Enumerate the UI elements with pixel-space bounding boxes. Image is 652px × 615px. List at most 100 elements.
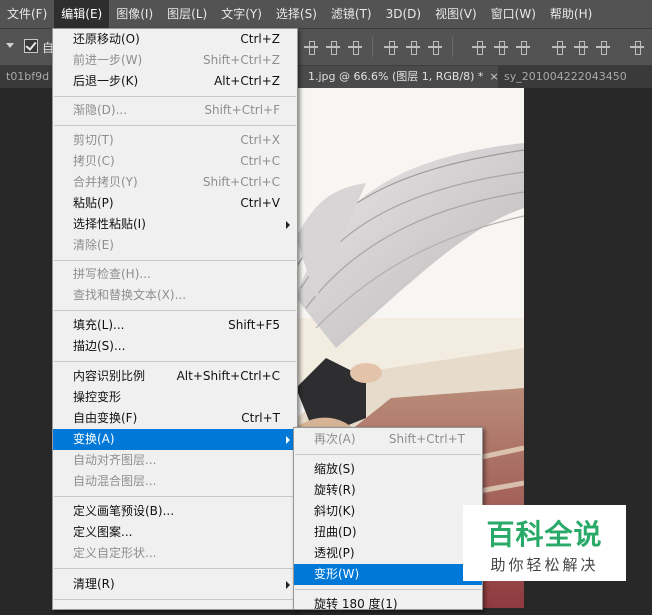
align-bottom-icon[interactable] bbox=[348, 40, 362, 55]
menu-item-puppet-warp[interactable]: 操控变形 bbox=[53, 387, 297, 408]
menu-item-label: 再次(A) bbox=[314, 432, 356, 446]
options-divider bbox=[372, 37, 373, 57]
menu-item-stroke[interactable]: 描边(S)... bbox=[53, 336, 297, 357]
menu-item-step-backward[interactable]: 后退一步(K) Alt+Ctrl+Z bbox=[53, 71, 297, 92]
menu-item-label: 旋转 180 度(1) bbox=[314, 597, 398, 611]
menu-item-cut[interactable]: 剪切(T) Ctrl+X bbox=[53, 130, 297, 151]
menu-item-distort[interactable]: 扭曲(D) bbox=[294, 522, 482, 543]
menu-item-shortcut: Alt+Ctrl+Z bbox=[214, 74, 280, 88]
menu-item-label: 后退一步(K) bbox=[73, 74, 139, 88]
menu-item-fill[interactable]: 填充(L)... Shift+F5 bbox=[53, 315, 297, 336]
distribute-hcenter-icon[interactable] bbox=[574, 40, 588, 55]
menu-3d[interactable]: 3D(D) bbox=[379, 0, 428, 28]
menu-item-label: 定义图案... bbox=[73, 525, 133, 539]
menu-item-step-forward[interactable]: 前进一步(W) Shift+Ctrl+Z bbox=[53, 50, 297, 71]
menu-item-check-spelling[interactable]: 拼写检查(H)... bbox=[53, 264, 297, 285]
menu-type[interactable]: 文字(Y) bbox=[214, 0, 269, 28]
menu-separator bbox=[54, 599, 296, 600]
align-vcenter-icon[interactable] bbox=[326, 40, 340, 55]
menu-item-find-replace[interactable]: 查找和替换文本(X)... bbox=[53, 285, 297, 306]
menu-filter[interactable]: 滤镜(T) bbox=[324, 0, 379, 28]
menu-item-define-brush[interactable]: 定义画笔预设(B)... bbox=[53, 501, 297, 522]
menu-edit[interactable]: 编辑(E) bbox=[54, 0, 110, 28]
distribute-vcenter-icon[interactable] bbox=[494, 40, 508, 55]
menu-item-label: 拼写检查(H)... bbox=[73, 267, 151, 281]
menu-item-perspective[interactable]: 透视(P) bbox=[294, 543, 482, 564]
menu-separator bbox=[54, 361, 296, 362]
align-left-icon[interactable] bbox=[384, 40, 398, 55]
menu-item-shortcut: Shift+Ctrl+T bbox=[388, 432, 465, 446]
menu-item-shortcut: Alt+Shift+Ctrl+C bbox=[176, 369, 280, 383]
menu-item-auto-blend-layers[interactable]: 自动混合图层... bbox=[53, 471, 297, 492]
menu-separator bbox=[54, 96, 296, 97]
menu-window[interactable]: 窗口(W) bbox=[484, 0, 543, 28]
menu-item-label: 填充(L)... bbox=[73, 318, 125, 332]
menu-item-label: 清理(R) bbox=[73, 577, 115, 591]
menu-item-copy-merged[interactable]: 合并拷贝(Y) Shift+Ctrl+C bbox=[53, 172, 297, 193]
menu-item-label: 剪切(T) bbox=[73, 133, 114, 147]
menu-item-define-shape[interactable]: 定义自定形状... bbox=[53, 543, 297, 564]
menu-separator bbox=[54, 496, 296, 497]
menu-separator bbox=[295, 589, 481, 590]
tab-document-2[interactable]: 1.jpg @ 66.6% (图层 1, RGB/8) * × bbox=[296, 66, 498, 88]
menu-help[interactable]: 帮助(H) bbox=[543, 0, 599, 28]
menu-item-skew[interactable]: 斜切(K) bbox=[294, 501, 482, 522]
align-top-icon[interactable] bbox=[304, 40, 318, 55]
align-hcenter-icon[interactable] bbox=[406, 40, 420, 55]
menu-layer[interactable]: 图层(L) bbox=[160, 0, 214, 28]
menu-item-label: 定义画笔预设(B)... bbox=[73, 504, 175, 518]
menu-separator bbox=[54, 568, 296, 569]
menu-item-rotate-180[interactable]: 旋转 180 度(1) bbox=[294, 594, 482, 615]
menu-item-clear[interactable]: 清除(E) bbox=[53, 235, 297, 256]
menu-item-label: 拷贝(C) bbox=[73, 154, 115, 168]
submenu-arrow-icon bbox=[286, 436, 290, 444]
menu-item-content-aware-scale[interactable]: 内容识别比例 Alt+Shift+Ctrl+C bbox=[53, 366, 297, 387]
menu-item-label: 斜切(K) bbox=[314, 504, 356, 518]
menu-item-label: 变形(W) bbox=[314, 567, 360, 581]
menu-item-auto-align-layers[interactable]: 自动对齐图层... bbox=[53, 450, 297, 471]
close-icon[interactable]: × bbox=[489, 70, 498, 83]
menu-item-transform[interactable]: 变换(A) bbox=[53, 429, 297, 450]
tool-preset-icon[interactable] bbox=[6, 43, 14, 48]
menu-item-label: 还原移动(O) bbox=[73, 32, 140, 46]
tab-label: t01bf9d bbox=[6, 70, 50, 83]
menu-separator bbox=[295, 454, 481, 455]
menu-item-paste[interactable]: 粘贴(P) Ctrl+V bbox=[53, 193, 297, 214]
menu-item-label: 查找和替换文本(X)... bbox=[73, 288, 187, 302]
menu-file[interactable]: 文件(F) bbox=[0, 0, 54, 28]
tab-document-3[interactable]: sy_201004222043450 bbox=[498, 66, 652, 88]
menu-item-label: 前进一步(W) bbox=[73, 53, 143, 67]
distribute-bottom-icon[interactable] bbox=[516, 40, 530, 55]
menu-item-label: 透视(P) bbox=[314, 546, 355, 560]
menu-item-shortcut: Ctrl+Z bbox=[240, 32, 280, 46]
menu-select[interactable]: 选择(S) bbox=[269, 0, 324, 28]
menu-item-warp[interactable]: 变形(W) bbox=[294, 564, 482, 585]
distribute-right-icon[interactable] bbox=[596, 40, 610, 55]
menu-item-define-pattern[interactable]: 定义图案... bbox=[53, 522, 297, 543]
menu-view[interactable]: 视图(V) bbox=[428, 0, 484, 28]
menu-item-shortcut: Shift+Ctrl+C bbox=[202, 175, 280, 189]
menu-image[interactable]: 图像(I) bbox=[109, 0, 160, 28]
menu-item-again[interactable]: 再次(A) Shift+Ctrl+T bbox=[294, 429, 482, 450]
auto-select-checkbox[interactable] bbox=[24, 39, 38, 53]
auto-align-icon[interactable] bbox=[630, 40, 644, 55]
menu-item-paste-special[interactable]: 选择性粘贴(I) bbox=[53, 214, 297, 235]
menu-bar: 文件(F) 编辑(E) 图像(I) 图层(L) 文字(Y) 选择(S) 滤镜(T… bbox=[0, 0, 652, 29]
menu-item-label: 描边(S)... bbox=[73, 339, 126, 353]
menu-item-rotate[interactable]: 旋转(R) bbox=[294, 480, 482, 501]
menu-item-label: 合并拷贝(Y) bbox=[73, 175, 138, 189]
distribute-top-icon[interactable] bbox=[472, 40, 486, 55]
menu-item-shortcut: Shift+Ctrl+Z bbox=[203, 53, 280, 67]
menu-item-undo-move[interactable]: 还原移动(O) Ctrl+Z bbox=[53, 29, 297, 50]
menu-item-shortcut: Ctrl+V bbox=[240, 196, 280, 210]
menu-item-scale[interactable]: 缩放(S) bbox=[294, 459, 482, 480]
watermark-logo: 百科全说 助你轻松解决 bbox=[463, 505, 626, 581]
menu-item-purge[interactable]: 清理(R) bbox=[53, 574, 297, 595]
distribute-left-icon[interactable] bbox=[552, 40, 566, 55]
menu-item-label: 清除(E) bbox=[73, 238, 114, 252]
menu-item-free-transform[interactable]: 自由变换(F) Ctrl+T bbox=[53, 408, 297, 429]
menu-item-fade[interactable]: 渐隐(D)... Shift+Ctrl+F bbox=[53, 100, 297, 121]
menu-item-copy[interactable]: 拷贝(C) Ctrl+C bbox=[53, 151, 297, 172]
menu-item-label: 自由变换(F) bbox=[73, 411, 138, 425]
align-right-icon[interactable] bbox=[428, 40, 442, 55]
